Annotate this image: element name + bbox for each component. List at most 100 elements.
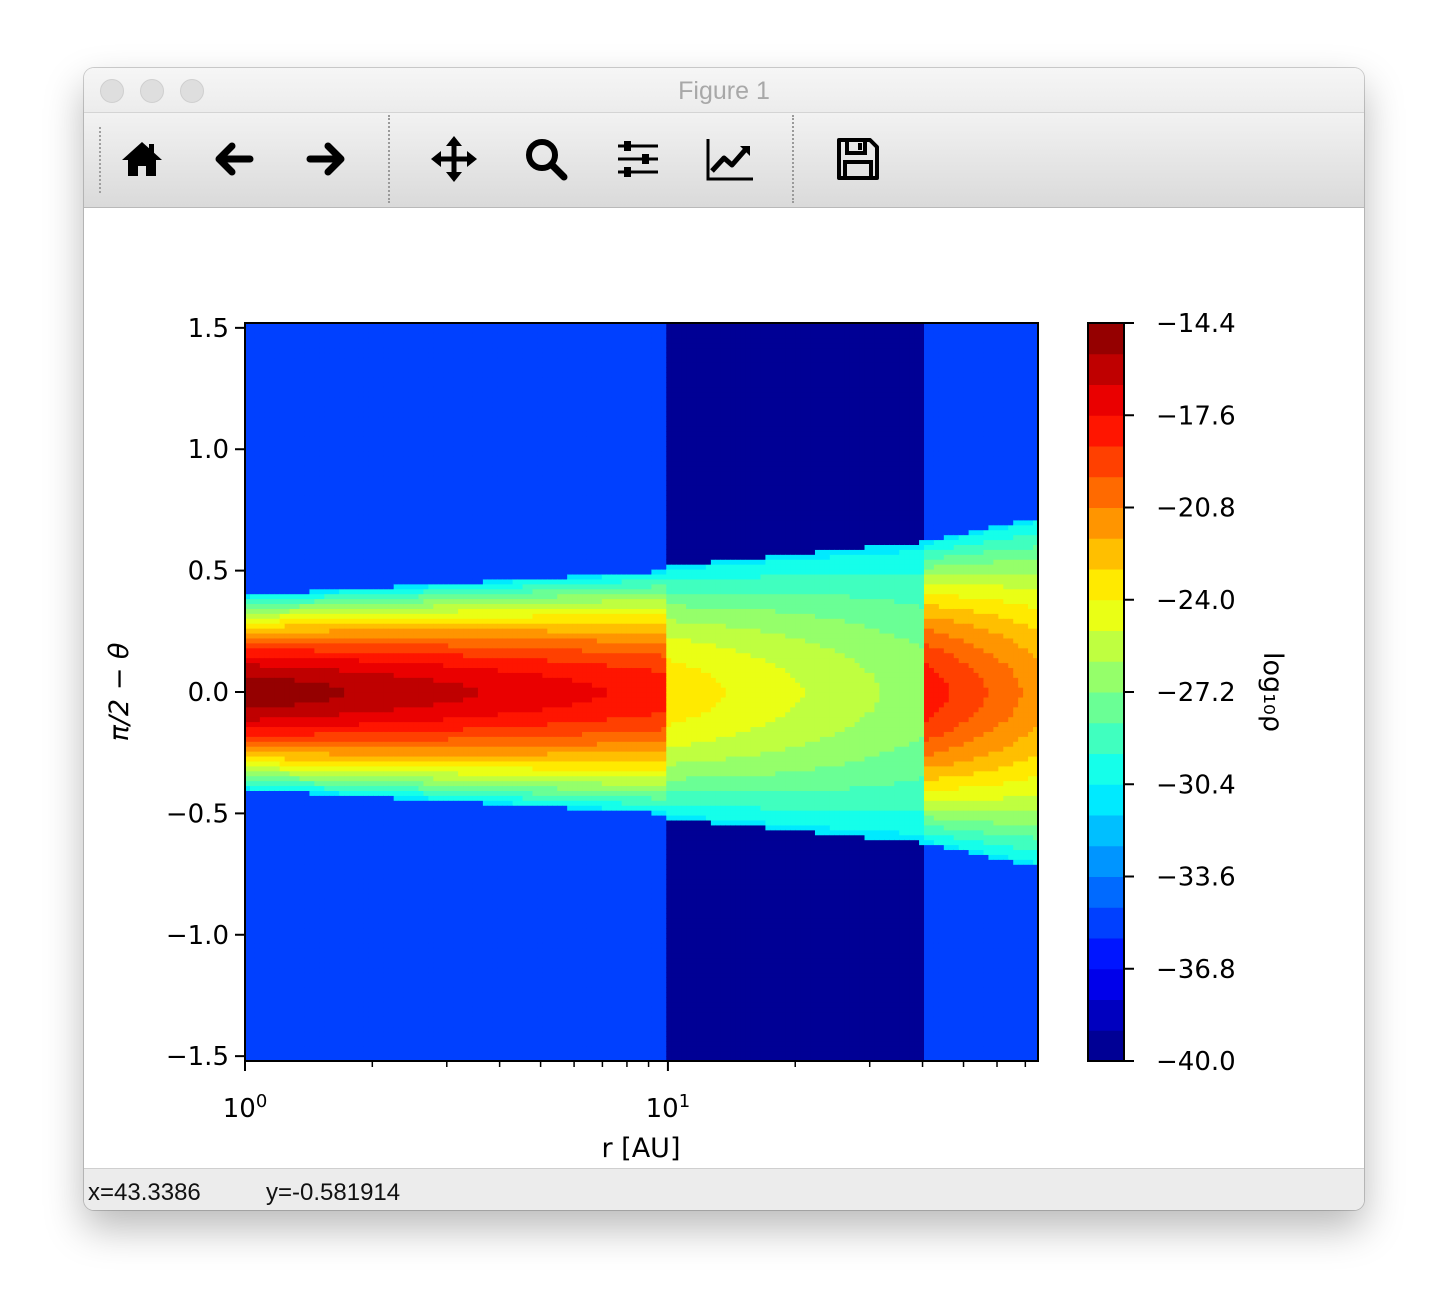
heatmap-cell [269, 613, 276, 619]
heatmap-cell [388, 824, 395, 831]
heatmap-cell [339, 342, 345, 349]
heatmap-cell [393, 485, 400, 491]
heatmap-cell [388, 544, 395, 550]
heatmap-cell [324, 1011, 330, 1018]
heatmap-cell [368, 982, 375, 988]
heatmap-cell [309, 1036, 315, 1042]
heatmap-cell [289, 1021, 296, 1028]
heatmap-cell [289, 662, 296, 668]
heatmap-cell [294, 972, 301, 978]
heatmap-cell [329, 913, 335, 919]
heatmap-cell [344, 539, 350, 545]
heatmap-cell [319, 1001, 325, 1008]
heatmap-cell [294, 450, 301, 457]
heatmap-cell [368, 544, 375, 550]
heatmap-cell [398, 391, 405, 398]
heatmap-cell [373, 332, 380, 339]
heatmap-cell [284, 687, 291, 693]
heatmap-cell [329, 805, 335, 811]
heatmap-cell [388, 923, 395, 929]
heatmap-cell [314, 706, 320, 713]
heatmap-cell [264, 1046, 271, 1052]
heatmap-cell [363, 721, 370, 728]
heatmap-cell [284, 711, 291, 718]
heatmap-cell [373, 938, 380, 944]
heatmap-cell [279, 593, 286, 600]
heatmap-cell [319, 706, 325, 713]
heatmap-cell [284, 780, 291, 787]
heatmap-cell [279, 997, 286, 1003]
heatmap-cell [393, 1051, 400, 1057]
heatmap-cell [334, 770, 340, 777]
heatmap-cell [358, 741, 365, 747]
heatmap-cell [254, 760, 261, 767]
heatmap-cell [368, 613, 375, 619]
heatmap-cell [274, 938, 281, 944]
heatmap-cell [314, 588, 320, 595]
heatmap-cell [349, 416, 355, 422]
heatmap-cell [279, 967, 286, 974]
heatmap-cell [284, 460, 291, 467]
heatmap-cell [309, 647, 315, 654]
heatmap-cell [304, 1041, 311, 1047]
heatmap-cell [373, 406, 380, 413]
heatmap-cell [339, 367, 345, 373]
heatmap-cell [363, 682, 370, 688]
heatmap-cell [304, 352, 311, 359]
heatmap-cell [274, 741, 281, 747]
heatmap-cell [274, 1051, 281, 1057]
heatmap-cell [309, 593, 315, 600]
heatmap-cell [254, 1036, 261, 1042]
heatmap-cell [383, 647, 390, 654]
heatmap-cell [358, 332, 365, 339]
heatmap-cell [259, 893, 266, 900]
heatmap-cell [349, 505, 355, 511]
heatmap-cell [249, 731, 256, 737]
heatmap-cell [354, 829, 360, 836]
heatmap-cell [299, 647, 306, 654]
heatmap-cell [378, 721, 385, 728]
heatmap-cell [324, 505, 330, 511]
heatmap-cell [294, 603, 301, 609]
heatmap-cell [329, 692, 335, 698]
heatmap-cell [259, 382, 266, 388]
heatmap-cell [393, 352, 400, 359]
heatmap-cell [383, 800, 390, 806]
heatmap-cell [363, 888, 370, 895]
heatmap-cell [403, 519, 410, 526]
heatmap-cell [279, 342, 286, 349]
heatmap-cell [274, 1046, 281, 1052]
heatmap-cell [339, 952, 345, 959]
heatmap-cell [289, 377, 296, 383]
heatmap-cell [393, 377, 400, 383]
heatmap-cell [309, 992, 315, 998]
heatmap-cell [403, 475, 410, 482]
heatmap-cell [398, 480, 405, 486]
heatmap-cell [388, 652, 395, 659]
heatmap-cell [363, 957, 370, 964]
heatmap-cell [319, 524, 325, 531]
heatmap-cell [304, 1031, 311, 1037]
heatmap-cell [279, 923, 286, 929]
heatmap-cell [373, 598, 380, 605]
heatmap-cell [378, 406, 385, 413]
heatmap-cell [388, 446, 395, 452]
heatmap-cell [274, 780, 281, 787]
heatmap-cell [324, 938, 330, 944]
heatmap-cell [403, 933, 410, 939]
heatmap-cell [378, 869, 385, 875]
heatmap-cell [259, 357, 266, 363]
heatmap-cell [314, 426, 320, 432]
heatmap-cell [319, 795, 325, 801]
heatmap-cell [269, 475, 276, 482]
heatmap-cell [319, 844, 325, 851]
heatmap-cell [349, 957, 355, 964]
heatmap-cell [334, 573, 340, 580]
heatmap-cell [373, 952, 380, 959]
heatmap-cell [294, 687, 301, 693]
heatmap-cell [329, 741, 335, 747]
heatmap-cell [309, 637, 315, 644]
heatmap-cell [249, 642, 256, 649]
heatmap-cell [274, 844, 281, 851]
heatmap-cell [289, 480, 296, 486]
